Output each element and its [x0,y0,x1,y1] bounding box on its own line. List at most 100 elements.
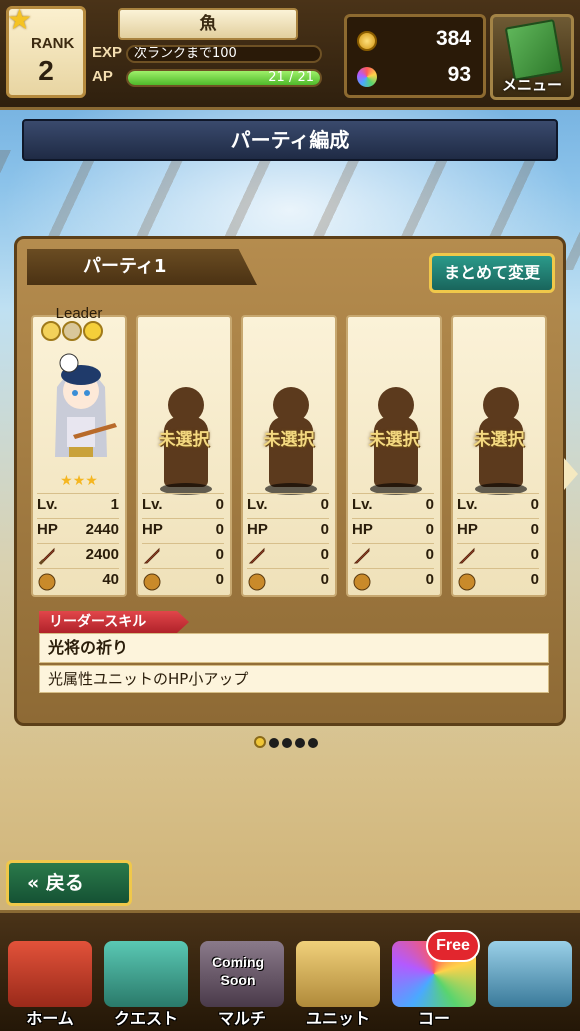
nav-quest[interactable]: クエスト [100,935,192,1031]
house-icon [8,941,92,1007]
nav-unit[interactable]: ユニット [292,935,384,1031]
menu-button[interactable]: メニュー [490,14,574,100]
nav-course-label: コー [417,1009,450,1028]
rank-label: RANK [31,35,75,52]
back-button[interactable]: « 戻る [6,860,132,906]
hp-value: 0 [530,521,539,538]
currency-box: 384 93 [344,14,486,98]
sword-icon [143,547,160,564]
heart-icon [83,321,103,341]
castle-icon [488,941,572,1007]
party-slot-4[interactable]: 未選択 Lv. 0 HP 0 0 0 [346,315,442,597]
hp-label: HP [352,521,373,538]
player-name: 魚 [118,8,298,40]
atk-value: 0 [320,546,329,563]
nav-castle[interactable] [484,935,576,1031]
page-dot[interactable] [254,736,266,748]
next-page-arrow-icon[interactable] [564,458,578,490]
star-icon: ★ [7,3,33,36]
nav-home[interactable]: ホーム [4,935,96,1031]
hp-label: HP [247,521,268,538]
free-badge: Free [426,930,480,962]
page-dot[interactable] [282,738,292,748]
cost-icon [458,573,476,591]
leader-skill-description: 光属性ユニットのHP小アップ [39,665,549,693]
cost-icon [248,573,266,591]
bottom-nav: ホーム クエスト Coming Soon マルチ ユニット コー [0,910,580,1031]
cost-icon [38,573,56,591]
cost-value: 0 [530,571,539,588]
nav-multi-label: マルチ [217,1009,266,1028]
unselected-label: 未選択 [473,430,525,450]
leader-label: Leader [55,305,103,322]
sword-icon [353,547,370,564]
party-panel: パーティ1 まとめて変更 Leader ★★★ Lv. 1 HP 2440 24… [14,236,566,726]
coming-soon-label: Coming Soon [211,954,265,988]
rarity-stars: ★★★ [60,473,98,489]
party-slot-5[interactable]: 未選択 Lv. 0 HP 0 0 0 [451,315,547,597]
lv-value: 0 [530,496,539,513]
sword-icon [38,547,55,565]
atk-value: 0 [530,546,539,563]
party-slot-2[interactable]: 未選択 Lv. 0 HP 0 0 0 [136,315,232,597]
chevron-left-icon: « [27,872,40,894]
cost-value: 0 [425,571,434,588]
cost-value: 0 [320,571,329,588]
hp-value: 2440 [85,521,119,538]
gate-icon [104,941,188,1007]
nav-quest-label: クエスト [113,1009,178,1028]
light-element-icon [41,321,61,341]
type-icon [62,321,82,341]
exp-row: EXP 次ランクまで100 [92,44,324,64]
lv-label: Lv. [37,496,58,513]
cost-value: 40 [102,571,119,588]
hp-value: 0 [425,521,434,538]
nav-home-label: ホーム [26,1009,74,1028]
page-indicator [254,733,321,748]
hp-label: HP [457,521,478,538]
party-slots: Leader ★★★ Lv. 1 HP 2440 2400 40 未選択 Lv.… [31,305,553,607]
rank-box: ★ RANK 2 [6,3,86,98]
unselected-label: 未選択 [158,430,210,450]
ap-row: AP 21 / 21 [92,68,324,88]
lv-value: 0 [320,496,329,513]
party-slot-1[interactable]: Leader ★★★ Lv. 1 HP 2440 2400 40 [31,305,127,597]
leader-skill-area: リーダースキル 光将の祈り 光属性ユニットのHP小アップ [39,611,549,693]
unselected-label: 未選択 [368,430,420,450]
moon-row: 93 [357,61,475,93]
rank-value: 2 [38,55,54,86]
nav-multi[interactable]: Coming Soon マルチ [196,935,288,1031]
page-dot[interactable] [295,738,305,748]
nav-unit-label: ユニット [305,1009,370,1028]
atk-value: 0 [425,546,434,563]
unit-badges [41,321,104,343]
hp-value: 0 [320,521,329,538]
sword-icon [248,547,265,564]
page-title: パーティ編成 [22,119,558,161]
page-dot[interactable] [269,738,279,748]
leader-skill-name: 光将の祈り [39,633,549,663]
menu-label: メニュー [501,76,562,94]
unit-portrait [55,353,117,457]
hp-label: HP [37,521,58,538]
bulk-change-button[interactable]: まとめて変更 [429,253,555,293]
cost-value: 0 [215,571,224,588]
party-slot-3[interactable]: 未選択 Lv. 0 HP 0 0 0 [241,315,337,597]
coin-row: 384 [357,25,475,57]
atk-value: 0 [215,546,224,563]
cost-icon [353,573,371,591]
back-label: 戻る [45,872,84,894]
cost-icon [143,573,161,591]
lv-label: Lv. [142,496,163,513]
lv-value: 0 [425,496,434,513]
party-tab[interactable]: パーティ1 [27,249,257,285]
rainbow-moon-icon [357,67,377,87]
lv-label: Lv. [247,496,268,513]
page-dot[interactable] [308,738,318,748]
exp-bar: 次ランクまで100 [126,45,322,63]
unselected-label: 未選択 [263,430,315,450]
sword-icon [458,547,475,564]
exp-label: EXP [92,44,123,61]
hp-label: HP [142,521,163,538]
ap-text: 21 / 21 [268,70,314,85]
